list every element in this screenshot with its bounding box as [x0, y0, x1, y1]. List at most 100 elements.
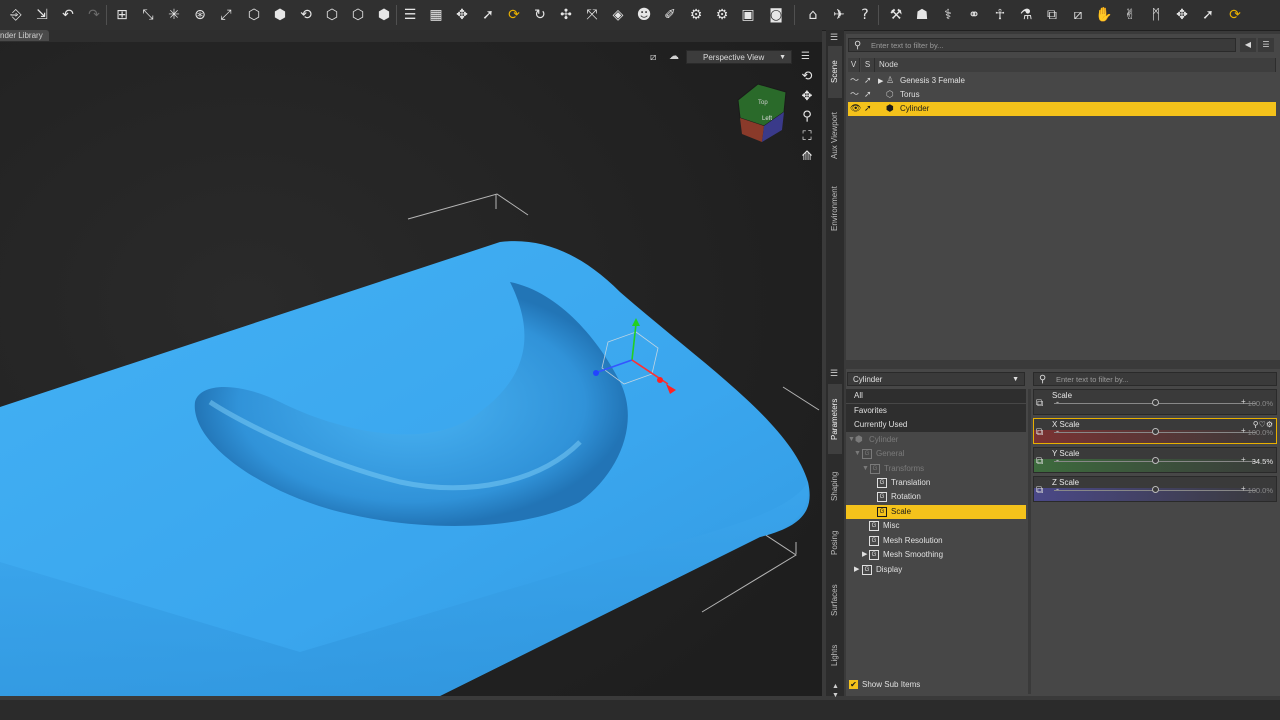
paint-icon[interactable]: ◈	[609, 6, 627, 24]
joint-editor-icon[interactable]: ⤡	[139, 6, 157, 24]
tweak-pose-icon[interactable]: ᛗ	[1147, 6, 1165, 24]
back-icon[interactable]: ◀	[1240, 38, 1256, 52]
parameter-options-icon[interactable]: ⧉	[1036, 427, 1048, 439]
tweak-icon[interactable]: ⬢	[271, 6, 289, 24]
tab-library[interactable]: nder Library	[0, 30, 49, 41]
tab-parameters[interactable]: Parameters	[828, 384, 842, 454]
viewport-3d[interactable]: Top Left	[0, 42, 822, 696]
shape-icon[interactable]: ⧄	[1069, 6, 1087, 24]
slider-y-scale[interactable]: Y Scale ⧉ - + 34.5%	[1033, 447, 1277, 473]
slider-knob[interactable]	[1152, 428, 1159, 435]
show-sub-items-checkbox[interactable]: ✔	[849, 680, 858, 689]
translate-icon[interactable]: ⬡	[323, 6, 341, 24]
tab-aux-viewport[interactable]: Aux Viewport	[828, 100, 842, 172]
slider-x-scale[interactable]: X Scale ⚲♡⚙ ⧉ - + 100.0%	[1033, 418, 1277, 444]
tree-item-general[interactable]: ▼ G General	[846, 447, 1026, 461]
expand-chevron-icon[interactable]: ▼	[848, 433, 855, 447]
universal-icon[interactable]: ✥	[1173, 6, 1191, 24]
category-favorites[interactable]: Favorites	[846, 404, 1026, 418]
reset-nav-icon[interactable]: ⟰	[799, 149, 815, 165]
tree-item-rotation[interactable]: G Rotation	[846, 490, 1026, 504]
visibility-off-icon[interactable]: 〜	[850, 74, 859, 88]
parameter-options-icon[interactable]: ⧉	[1036, 456, 1048, 468]
camera-icon[interactable]: ◙	[767, 6, 785, 24]
tab-scene[interactable]: Scene	[828, 46, 842, 98]
node-select-icon[interactable]: ⊞	[113, 6, 131, 24]
column-selectable[interactable]: S	[861, 58, 875, 72]
select-arrow-icon[interactable]: ➚	[864, 74, 872, 88]
slider-z-scale[interactable]: Z Scale ⧉ - + 100.0%	[1033, 476, 1277, 502]
undo-icon[interactable]: ↶	[59, 6, 77, 24]
scene-node-row[interactable]: 〜 ➚ ▶ ♙ Genesis 3 Female	[848, 74, 1276, 88]
aspect-frame-icon[interactable]: ⧄	[650, 52, 662, 64]
decrement-icon[interactable]: -	[1056, 397, 1059, 407]
visibility-eye-icon[interactable]: 👁	[850, 102, 861, 116]
orbit-icon[interactable]: ↻	[531, 6, 549, 24]
scene-filter-input[interactable]: ⚲ Enter text to filter by...	[848, 38, 1236, 52]
slider-scale[interactable]: Scale ⧉ - + 100.0%	[1033, 389, 1277, 415]
view-select[interactable]: Perspective View ▼	[686, 50, 792, 64]
panel-splitter-vertical[interactable]	[1028, 389, 1031, 694]
slider-knob[interactable]	[1152, 399, 1159, 406]
tab-lights[interactable]: Lights	[828, 634, 842, 676]
figure-setup-icon[interactable]: ☗	[913, 6, 931, 24]
universal-tool-icon[interactable]: ✥	[453, 6, 471, 24]
tree-item-translation[interactable]: G Translation	[846, 476, 1026, 490]
tree-item-display[interactable]: ▶ G Display	[846, 563, 1026, 577]
move-icon[interactable]: ✣	[557, 6, 575, 24]
hand-icon[interactable]: ✋	[1095, 6, 1113, 24]
spot-render-icon[interactable]: ⟳	[505, 6, 523, 24]
slider-value[interactable]: 34.5%	[1252, 457, 1273, 466]
select-arrow-icon[interactable]: ➚	[864, 88, 872, 102]
decrement-icon[interactable]: -	[1056, 484, 1059, 494]
expand-chevron-icon[interactable]: ▶	[878, 74, 883, 88]
tree-item-cylinder[interactable]: ▼ ⬢ Cylinder	[846, 433, 1026, 447]
zoom-nav-icon[interactable]: ⚲	[799, 109, 815, 125]
decrement-icon[interactable]: -	[1056, 426, 1059, 436]
parameter-options-icon[interactable]: ⧉	[1036, 485, 1048, 497]
tree-item-misc[interactable]: G Misc	[846, 519, 1026, 533]
panel-splitter[interactable]	[846, 360, 1280, 363]
strip-menu-icon-2[interactable]: ☰	[830, 368, 838, 379]
bone-icon[interactable]: ⚕	[939, 6, 957, 24]
strip-menu-icon[interactable]: ☰	[830, 32, 838, 43]
home-icon[interactable]: ⌂	[804, 6, 822, 24]
category-currently-used[interactable]: Currently Used	[846, 418, 1026, 432]
geometry-editor-icon[interactable]: ✳	[165, 6, 183, 24]
tab-shaping[interactable]: Shaping	[828, 458, 842, 514]
tab-environment[interactable]: Environment	[828, 176, 842, 242]
pan-nav-icon[interactable]: ✥	[799, 89, 815, 105]
scene-node-row[interactable]: 〜 ➚ ⬡ Torus	[848, 88, 1276, 102]
decrement-icon[interactable]: -	[1056, 455, 1059, 465]
pose-tool-icon[interactable]: ⚒	[887, 6, 905, 24]
pointer-icon[interactable]: ➚	[1199, 6, 1217, 24]
region-nav-icon[interactable]: ⊛	[191, 6, 209, 24]
slider-knob[interactable]	[1152, 457, 1159, 464]
tree-item-scale[interactable]: G Scale	[846, 505, 1026, 519]
param-filter-input[interactable]: ⚲ Enter text to filter by...	[1033, 372, 1277, 386]
open-icon[interactable]: ⇲	[33, 6, 51, 24]
expand-chevron-icon[interactable]: ▶	[862, 548, 867, 562]
increment-icon[interactable]: +	[1241, 455, 1246, 464]
render-settings-icon[interactable]: ⚙	[687, 6, 705, 24]
camera-options-icon[interactable]: ☁	[669, 51, 681, 63]
select-arrow-icon[interactable]: ➚	[864, 102, 872, 116]
slider-value[interactable]: 100.0%	[1248, 428, 1273, 437]
scale-tool-icon[interactable]: ⤧	[583, 6, 601, 24]
transform-icon[interactable]: ⬡	[245, 6, 263, 24]
scroll-up-icon[interactable]: ▲	[832, 683, 839, 690]
orbit-nav-icon[interactable]: ⟲	[799, 69, 815, 85]
column-node[interactable]: Node	[875, 58, 1276, 72]
node-select[interactable]: Cylinder ▼	[847, 372, 1025, 386]
align-icon[interactable]: ☰	[401, 6, 419, 24]
iray-spot-icon[interactable]: ⟳	[1226, 6, 1244, 24]
joint-icon[interactable]: ⚭	[965, 6, 983, 24]
active-pose-icon[interactable]: ⤢	[217, 6, 235, 24]
scale-icon[interactable]: ⬢	[375, 6, 393, 24]
visibility-off-icon[interactable]: 〜	[850, 88, 859, 102]
increment-icon[interactable]: +	[1241, 426, 1246, 435]
limb-icon[interactable]: ⚗	[1017, 6, 1035, 24]
morph-icon[interactable]: ✐	[661, 6, 679, 24]
slider-value[interactable]: 100.0%	[1248, 486, 1273, 495]
light-icon[interactable]: ⚙	[713, 6, 731, 24]
